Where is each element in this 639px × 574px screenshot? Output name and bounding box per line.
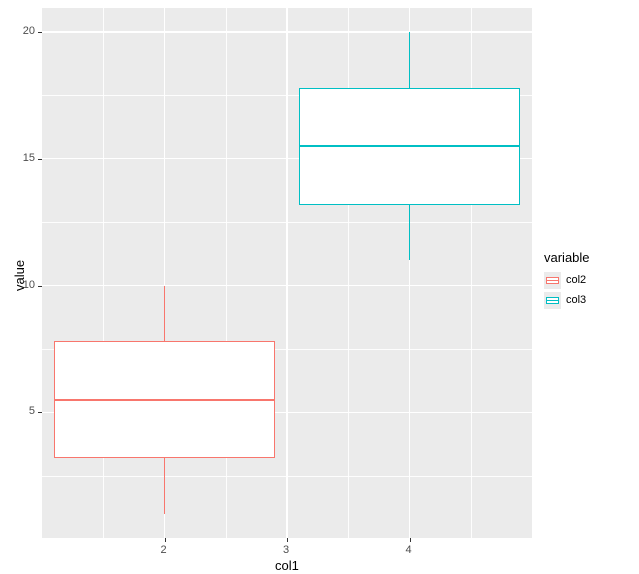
x-tick-mark <box>287 538 288 542</box>
x-tick-label: 3 <box>283 544 289 556</box>
y-tick-label: 10 <box>23 279 35 291</box>
median-line <box>54 399 275 401</box>
y-tick-mark <box>38 286 42 287</box>
y-tick-mark <box>38 412 42 413</box>
legend-key-icon <box>544 272 561 289</box>
x-tick-mark <box>165 538 166 542</box>
legend-title: variable <box>544 250 590 265</box>
boxplot-chart: value col1 variable col2col3 5101520234 <box>0 0 639 574</box>
legend-item: col3 <box>544 291 590 309</box>
median-line <box>299 145 520 147</box>
legend-label: col3 <box>566 294 586 306</box>
y-tick-label: 15 <box>23 152 35 164</box>
legend-item: col2 <box>544 271 590 289</box>
whisker-lower <box>164 458 165 514</box>
gridline <box>226 8 227 538</box>
y-tick-label: 5 <box>29 405 35 417</box>
plot-panel <box>42 8 532 538</box>
y-tick-label: 20 <box>23 25 35 37</box>
legend-key-icon <box>544 292 561 309</box>
gridline <box>103 8 104 538</box>
whisker-upper <box>409 32 410 88</box>
y-tick-mark <box>38 159 42 160</box>
whisker-upper <box>164 286 165 342</box>
x-axis-label: col1 <box>275 558 299 573</box>
x-tick-label: 2 <box>161 544 167 556</box>
y-tick-mark <box>38 32 42 33</box>
whisker-lower <box>409 205 410 261</box>
x-tick-mark <box>410 538 411 542</box>
gridline <box>286 8 287 538</box>
x-tick-label: 4 <box>406 544 412 556</box>
legend-label: col2 <box>566 274 586 286</box>
legend: variable col2 col3 <box>544 250 590 311</box>
